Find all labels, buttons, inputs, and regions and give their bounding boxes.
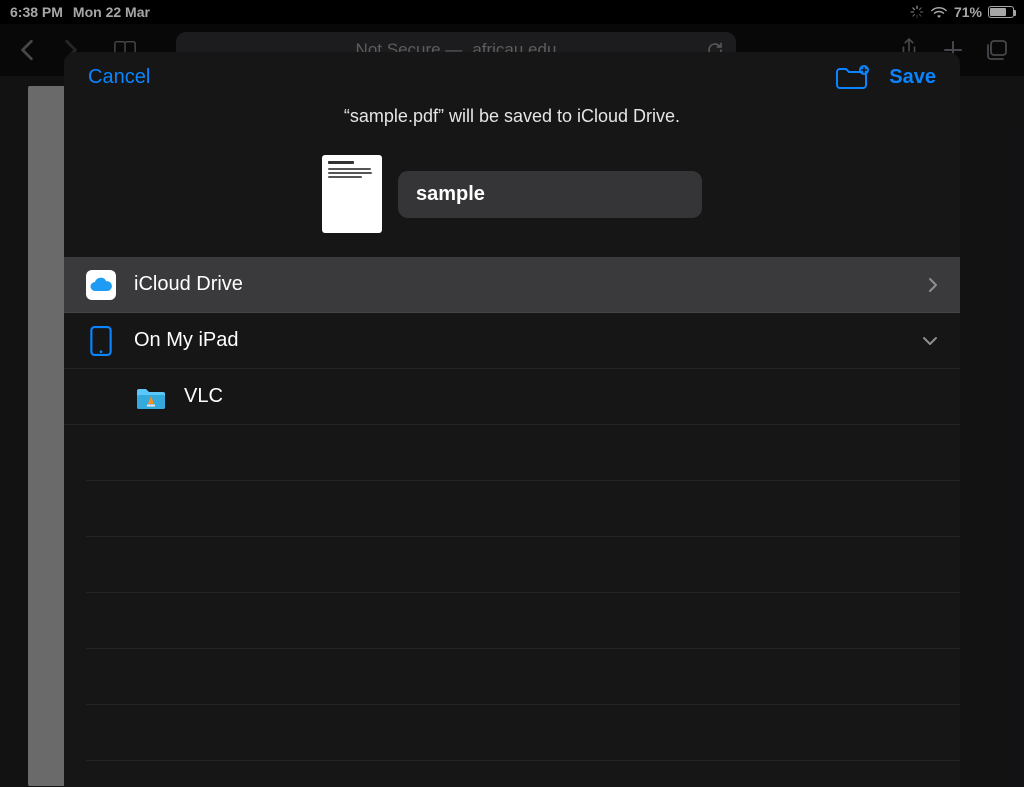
location-list[interactable]: iCloud Drive On My iPad VLC [64, 257, 960, 787]
location-label: iCloud Drive [134, 273, 910, 296]
list-separator [86, 481, 960, 537]
list-separator [86, 537, 960, 593]
document-thumbnail-icon [322, 155, 382, 233]
list-separator [86, 705, 960, 761]
list-separator [86, 649, 960, 705]
file-preview-row [64, 155, 960, 233]
chevron-right-icon [928, 277, 938, 293]
location-label: On My iPad [134, 329, 904, 352]
ipad-icon [86, 326, 116, 356]
list-separator [86, 425, 960, 481]
list-separator [86, 761, 960, 787]
filename-input[interactable] [398, 171, 702, 218]
location-icloud-drive[interactable]: iCloud Drive [64, 257, 960, 313]
location-on-my-ipad[interactable]: On My iPad [64, 313, 960, 369]
location-vlc[interactable]: VLC [64, 369, 960, 425]
cancel-button[interactable]: Cancel [88, 66, 150, 89]
vlc-folder-icon [136, 385, 166, 409]
save-subtitle: “sample.pdf” will be saved to iCloud Dri… [64, 106, 960, 127]
save-button[interactable]: Save [889, 66, 936, 89]
icloud-icon [86, 270, 116, 300]
chevron-down-icon [922, 336, 938, 346]
list-separator [86, 593, 960, 649]
location-label: VLC [184, 385, 938, 408]
save-sheet: Cancel Save “sample.pdf” will be saved t… [64, 52, 960, 787]
new-folder-icon[interactable] [835, 65, 865, 89]
